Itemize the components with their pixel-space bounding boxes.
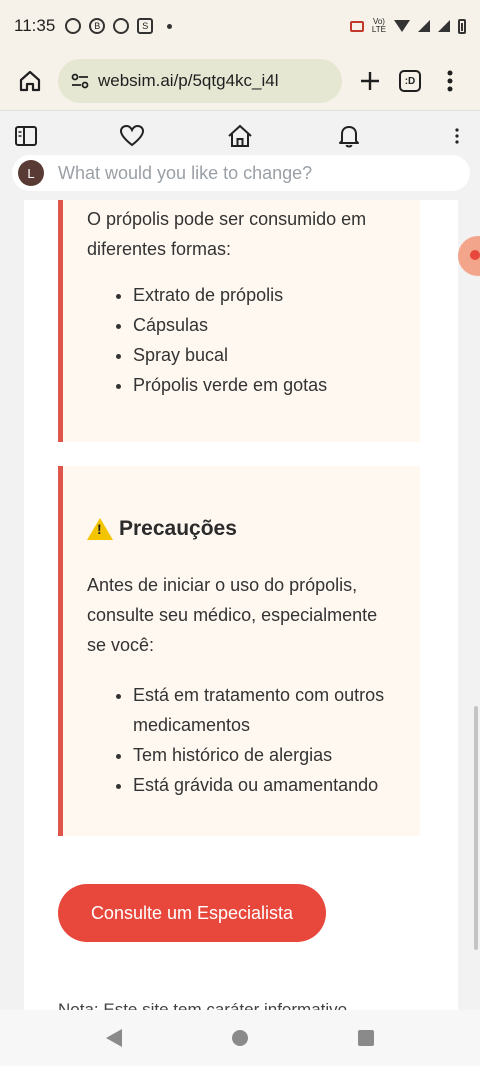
list-item: Extrato de própolis xyxy=(133,280,396,310)
system-nav-bar xyxy=(0,1010,480,1066)
recents-icon[interactable] xyxy=(358,1030,374,1046)
sidebar-toggle-button[interactable] xyxy=(11,121,41,151)
more-notifications-icon xyxy=(167,23,173,29)
prompt-placeholder: What would you like to change? xyxy=(58,162,313,183)
warning-icon xyxy=(87,518,113,540)
precautions-intro: Antes de iniciar o uso do própolis, cons… xyxy=(87,575,378,655)
consumption-forms-card: O própolis pode ser consumido em diferen… xyxy=(58,200,420,442)
forms-intro: O própolis pode ser consumido em diferen… xyxy=(87,209,367,259)
cast-icon xyxy=(349,20,364,32)
volte-icon: Vo) LTE xyxy=(371,17,386,34)
list-item: Está grávida ou amamentando xyxy=(133,770,396,800)
bell-icon xyxy=(339,126,359,148)
home-nav-icon[interactable] xyxy=(232,1030,248,1046)
browser-toolbar: websim.ai/p/5qtg4kc_i4l :D xyxy=(0,52,480,110)
prompt-input[interactable]: L What would you like to change? xyxy=(12,155,470,191)
precautions-card: Precauções Antes de iniciar o uso do pró… xyxy=(58,466,420,836)
signal-icon xyxy=(418,20,430,32)
scrollbar[interactable] xyxy=(474,706,478,950)
back-icon[interactable] xyxy=(106,1029,122,1047)
tab-switcher-button[interactable]: :D xyxy=(390,61,430,101)
plus-icon xyxy=(361,72,379,90)
tabs-count: :D xyxy=(399,70,421,92)
consult-specialist-button[interactable]: Consulte um Especialista xyxy=(58,884,326,942)
status-bar: 11:35 B S Vo) LTE xyxy=(0,0,480,52)
more-vert-icon xyxy=(455,128,459,144)
home-icon xyxy=(19,70,41,92)
wifi-icon xyxy=(394,20,410,32)
footer-note: Nota: Este site tem caráter informativo xyxy=(58,1000,348,1010)
battery-icon xyxy=(458,18,466,34)
list-item: Spray bucal xyxy=(133,340,396,370)
list-item: Está em tratamento com outros medicament… xyxy=(133,680,396,740)
sidebar-icon xyxy=(15,126,37,146)
signal-2-icon xyxy=(438,20,450,32)
b-app-icon: B xyxy=(89,18,106,34)
websim-toolbar: L What would you like to change? xyxy=(0,110,480,200)
new-tab-button[interactable] xyxy=(350,61,390,101)
list-item: Tem histórico de alergias xyxy=(133,740,396,770)
list-item: Própolis verde em gotas xyxy=(133,370,396,400)
chat-icon xyxy=(113,18,130,34)
home-button[interactable] xyxy=(10,61,50,101)
floating-action-button[interactable] xyxy=(458,236,480,276)
heart-icon xyxy=(119,124,145,147)
forms-list: Extrato de própolis Cápsulas Spray bucal… xyxy=(87,280,396,400)
house-icon xyxy=(228,124,252,147)
site-settings-icon xyxy=(71,73,89,89)
whatsapp-icon xyxy=(65,18,82,34)
address-bar[interactable]: websim.ai/p/5qtg4kc_i4l xyxy=(58,59,342,103)
notifications-button[interactable] xyxy=(334,121,364,151)
avatar[interactable]: L xyxy=(18,160,44,186)
websim-home-button[interactable] xyxy=(225,121,255,151)
shop-icon: S xyxy=(137,18,154,34)
precautions-title: Precauções xyxy=(119,517,237,540)
browser-menu-button[interactable] xyxy=(430,61,470,101)
websim-menu-button[interactable] xyxy=(442,121,472,151)
status-time: 11:35 xyxy=(14,16,56,35)
url-text: websim.ai/p/5qtg4kc_i4l xyxy=(98,71,279,90)
page-content: O própolis pode ser consumido em diferen… xyxy=(24,200,458,1010)
more-vert-icon xyxy=(447,70,453,92)
precautions-heading: Precauções xyxy=(87,514,396,544)
list-item: Cápsulas xyxy=(133,310,396,340)
precautions-list: Está em tratamento com outros medicament… xyxy=(87,680,396,800)
like-button[interactable] xyxy=(117,121,147,151)
